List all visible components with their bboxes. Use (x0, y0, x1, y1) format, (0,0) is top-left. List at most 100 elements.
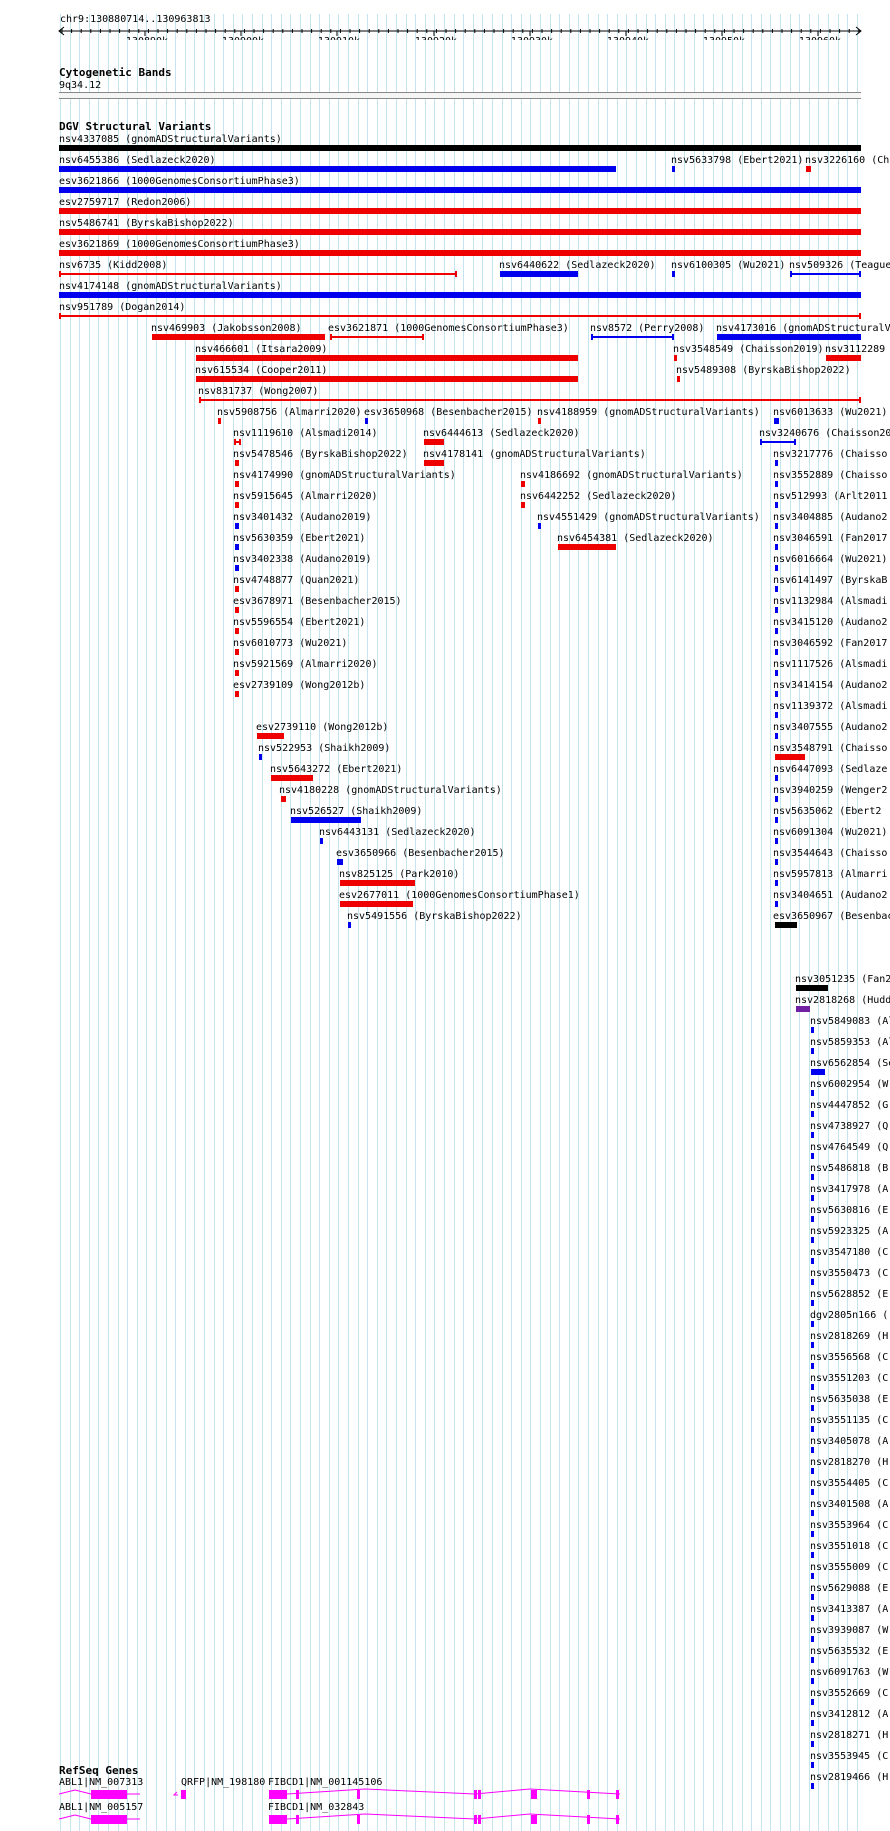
variant-feature-nsv6447093[interactable] (775, 775, 778, 781)
variant-feature-nsv2818268[interactable] (796, 1006, 810, 1012)
variant-label-nsv4174990[interactable]: nsv4174990 (gnomADStructuralVariants) (233, 470, 456, 481)
variant-label-nsv5596554[interactable]: nsv5596554 (Ebert2021) (233, 617, 365, 628)
variant-feature-nsv5491556[interactable] (348, 922, 351, 928)
gene-exon[interactable] (587, 1790, 590, 1799)
variant-label-nsv6016664[interactable]: nsv6016664 (Wu2021) (773, 554, 887, 565)
variant-feature-nsv4173016[interactable] (717, 334, 861, 340)
gene-exon[interactable] (91, 1815, 127, 1824)
variant-feature-nsv3555009[interactable] (811, 1573, 814, 1579)
variant-feature-nsv4174148[interactable] (59, 292, 861, 298)
variant-label-nsv5489308[interactable]: nsv5489308 (ByrskaBishop2022) (676, 365, 851, 376)
variant-feature-nsv3407555[interactable] (775, 733, 778, 739)
variant-feature-nsv6440622[interactable] (500, 271, 578, 277)
variant-feature-nsv5630816[interactable] (811, 1216, 814, 1222)
variant-label-nsv3940259[interactable]: nsv3940259 (Wenger2 (773, 785, 887, 796)
variant-feature-esv3650966[interactable] (337, 859, 343, 865)
variant-label-nsv5633798[interactable]: nsv5633798 (Ebert2021) (671, 155, 803, 166)
gene-exon[interactable] (616, 1815, 619, 1824)
variant-feature-nsv5849083[interactable] (811, 1027, 814, 1033)
gene-exon[interactable] (478, 1790, 481, 1799)
variant-label-nsv6002954[interactable]: nsv6002954 (W (810, 1079, 888, 1090)
variant-feature-esv3621866[interactable] (59, 187, 861, 193)
variant-feature-esv3621871[interactable] (330, 336, 424, 338)
variant-feature-nsv6454381[interactable] (558, 544, 616, 550)
variant-label-esv3621869[interactable]: esv3621869 (1000GenomesConsortiumPhase3) (59, 239, 300, 250)
variant-label-nsv5921569[interactable]: nsv5921569 (Almarri2020) (233, 659, 378, 670)
variant-label-nsv3412812[interactable]: nsv3412812 (A (810, 1709, 888, 1720)
variant-feature-nsv3548791[interactable] (775, 754, 805, 760)
variant-feature-nsv4748877[interactable] (235, 586, 239, 592)
variant-feature-nsv5629088[interactable] (811, 1594, 814, 1600)
variant-label-nsv3051235[interactable]: nsv3051235 (Fan2017 (795, 974, 890, 985)
variant-label-nsv6013633[interactable]: nsv6013633 (Wu2021) (773, 407, 887, 418)
variant-label-esv3678971[interactable]: esv3678971 (Besenbacher2015) (233, 596, 402, 607)
variant-label-esv3650967[interactable]: esv3650967 (Besenbacher2015) (773, 911, 890, 922)
variant-label-esv3621866[interactable]: esv3621866 (1000GenomesConsortiumPhase3) (59, 176, 300, 187)
variant-label-nsv4174148[interactable]: nsv4174148 (gnomADStructuralVariants) (59, 281, 282, 292)
variant-feature-nsv4174990[interactable] (235, 481, 239, 487)
variant-label-nsv6562854[interactable]: nsv6562854 (Sedl (810, 1058, 890, 1069)
variant-label-nsv1119610[interactable]: nsv1119610 (Alsmadi2014) (233, 428, 378, 439)
gene-strand-arrow[interactable] (172, 1791, 178, 1796)
variant-label-nsv6440622[interactable]: nsv6440622 (Sedlazeck2020) (499, 260, 656, 271)
gene-exon[interactable] (474, 1815, 477, 1824)
variant-feature-nsv3551203[interactable] (811, 1384, 814, 1390)
variant-label-esv2759717[interactable]: esv2759717 (Redon2006) (59, 197, 191, 208)
variant-feature-nsv5923325[interactable] (811, 1237, 814, 1243)
variant-label-nsv6443131[interactable]: nsv6443131 (Sedlazeck2020) (319, 827, 476, 838)
variant-feature-nsv3217776[interactable] (775, 460, 778, 466)
variant-label-nsv4551429[interactable]: nsv4551429 (gnomADStructuralVariants) (537, 512, 760, 523)
variant-feature-nsv3551018[interactable] (811, 1552, 814, 1558)
variant-label-nsv5486818[interactable]: nsv5486818 (B (810, 1163, 888, 1174)
gene-exon[interactable] (269, 1815, 287, 1824)
variant-feature-nsv3417978[interactable] (811, 1195, 814, 1201)
variant-label-nsv5486741[interactable]: nsv5486741 (ByrskaBishop2022) (59, 218, 234, 229)
variant-label-nsv3548791[interactable]: nsv3548791 (Chaisso (773, 743, 887, 754)
variant-feature-esv3621869[interactable] (59, 250, 861, 256)
variant-feature-nsv522953[interactable] (259, 754, 262, 760)
variant-feature-nsv5628852[interactable] (811, 1300, 814, 1306)
variant-label-nsv3404885[interactable]: nsv3404885 (Audano2 (773, 512, 887, 523)
variant-label-nsv6455386[interactable]: nsv6455386 (Sedlazeck2020) (59, 155, 216, 166)
variant-feature-nsv4738927[interactable] (811, 1132, 814, 1138)
variant-label-nsv5491556[interactable]: nsv5491556 (ByrskaBishop2022) (347, 911, 522, 922)
variant-label-nsv3555009[interactable]: nsv3555009 (C (810, 1562, 888, 1573)
variant-label-nsv3551203[interactable]: nsv3551203 (C (810, 1373, 888, 1384)
variant-label-esv3621871[interactable]: esv3621871 (1000GenomesConsortiumPhase3) (328, 323, 569, 334)
variant-label-nsv5957813[interactable]: nsv5957813 (Almarri (773, 869, 887, 880)
variant-feature-nsv5596554[interactable] (235, 628, 239, 634)
variant-feature-nsv4188959[interactable] (538, 418, 541, 424)
variant-feature-nsv3404885[interactable] (775, 523, 778, 529)
variant-feature-nsv5635532[interactable] (811, 1657, 814, 1663)
variant-feature-esv2739110[interactable] (257, 733, 284, 739)
variant-label-nsv3551018[interactable]: nsv3551018 (C (810, 1541, 888, 1552)
variant-feature-nsv3404651[interactable] (775, 901, 778, 907)
variant-label-nsv3417978[interactable]: nsv3417978 (A (810, 1184, 888, 1195)
variant-label-nsv1139372[interactable]: nsv1139372 (Alsmadi (773, 701, 887, 712)
variant-feature-esv2759717[interactable] (59, 208, 861, 214)
variant-label-nsv5923325[interactable]: nsv5923325 (A (810, 1226, 888, 1237)
variant-feature-esv3650967[interactable] (775, 922, 797, 928)
variant-label-nsv4738927[interactable]: nsv4738927 (Q (810, 1121, 888, 1132)
variant-feature-nsv3046591[interactable] (775, 544, 778, 550)
variant-label-nsv3415120[interactable]: nsv3415120 (Audano2 (773, 617, 887, 628)
variant-feature-dgv2805n166[interactable] (811, 1321, 814, 1327)
variant-feature-nsv6735[interactable] (59, 273, 457, 275)
gene-exon[interactable] (357, 1790, 360, 1799)
variant-label-nsv4748877[interactable]: nsv4748877 (Quan2021) (233, 575, 359, 586)
variant-feature-nsv5486818[interactable] (811, 1174, 814, 1180)
variant-feature-nsv3552889[interactable] (775, 481, 778, 487)
variant-feature-nsv3544643[interactable] (775, 859, 778, 865)
variant-feature-nsv3548549[interactable] (674, 355, 677, 361)
variant-feature-esv3678971[interactable] (235, 607, 239, 613)
variant-feature-nsv5635062[interactable] (775, 817, 778, 823)
variant-feature-nsv6002954[interactable] (811, 1090, 814, 1096)
variant-feature-nsv6016664[interactable] (775, 565, 778, 571)
gene-exon[interactable] (269, 1790, 287, 1799)
variant-label-nsv3402338[interactable]: nsv3402338 (Audano2019) (233, 554, 371, 565)
variant-feature-nsv1139372[interactable] (775, 712, 778, 718)
variant-label-nsv3401508[interactable]: nsv3401508 (A (810, 1499, 888, 1510)
variant-label-nsv5849083[interactable]: nsv5849083 (Almarri (810, 1016, 890, 1027)
variant-label-nsv4337085[interactable]: nsv4337085 (gnomADStructuralVariants) (59, 134, 282, 145)
variant-feature-nsv3405078[interactable] (811, 1447, 814, 1453)
